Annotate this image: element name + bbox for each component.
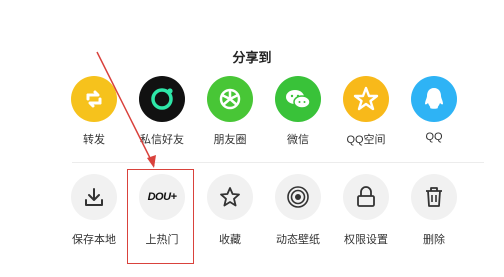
divider [72, 162, 484, 163]
action-live-wallpaper[interactable]: 动态壁纸 [262, 174, 334, 247]
share-sheet: 分享到 转发 私信好友 朋友圈 微信 QQ空间 QQ 保存本地 DOU+ 上热门… [0, 0, 504, 277]
repost-icon [71, 76, 117, 122]
share-message-friend-label: 私信好友 [140, 134, 184, 146]
share-qq-label: QQ [425, 131, 443, 143]
action-permissions-label: 权限设置 [344, 234, 388, 246]
share-sheet-title: 分享到 [232, 50, 272, 65]
share-message-friend[interactable]: 私信好友 [126, 76, 198, 147]
highlight-box [127, 169, 194, 264]
share-wechat[interactable]: 微信 [262, 76, 334, 147]
share-repost-label: 转发 [83, 134, 105, 146]
trash-icon [411, 174, 457, 220]
share-moments[interactable]: 朋友圈 [194, 76, 266, 147]
action-delete[interactable]: 删除 [398, 174, 470, 247]
share-wechat-label: 微信 [287, 134, 309, 146]
action-favorite[interactable]: 收藏 [194, 174, 266, 247]
share-repost[interactable]: 转发 [58, 76, 130, 147]
action-permissions[interactable]: 权限设置 [330, 174, 402, 247]
wechat-icon [275, 76, 321, 122]
action-save-local-label: 保存本地 [72, 234, 116, 246]
action-save-local[interactable]: 保存本地 [58, 174, 130, 247]
star-icon [207, 174, 253, 220]
action-favorite-label: 收藏 [219, 234, 241, 246]
qq-icon [411, 76, 457, 122]
share-moments-label: 朋友圈 [213, 134, 247, 146]
share-qzone-label: QQ空间 [346, 134, 386, 146]
share-qzone[interactable]: QQ空间 [330, 76, 402, 147]
moments-icon [207, 76, 253, 122]
live-wallpaper-icon [275, 174, 321, 220]
action-live-wallpaper-label: 动态壁纸 [276, 234, 320, 246]
lock-icon [343, 174, 389, 220]
action-delete-label: 删除 [423, 234, 445, 246]
message-friend-icon [139, 76, 185, 122]
qzone-icon [343, 76, 389, 122]
share-qq[interactable]: QQ [398, 76, 470, 143]
download-icon [71, 174, 117, 220]
